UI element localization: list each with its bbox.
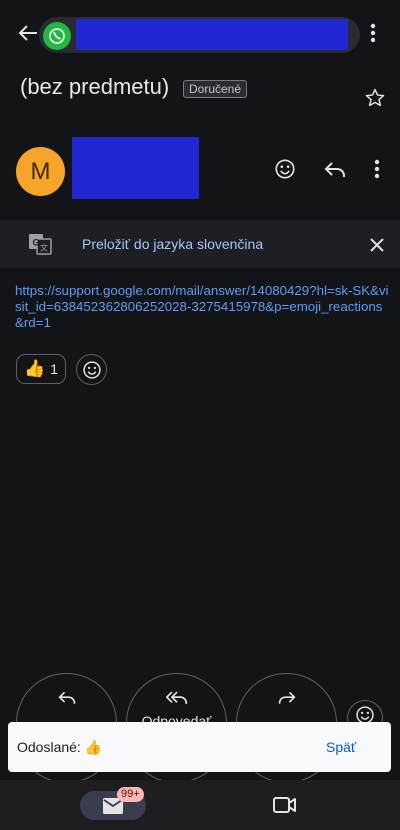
email-subject: (bez predmetu): [20, 74, 170, 99]
videocam-icon[interactable]: [272, 794, 298, 816]
thumbs-up-emoji: 👍: [24, 359, 46, 378]
forward-icon: [237, 690, 336, 706]
redacted-sender-name: [76, 19, 348, 50]
star-icon[interactable]: [361, 84, 389, 112]
reply-all-icon: [127, 690, 226, 706]
reaction-chip[interactable]: 👍 1: [16, 354, 66, 384]
inbox-label-badge[interactable]: Doručené: [183, 80, 248, 98]
translate-link[interactable]: Preložiť do jazyka slovenčina: [82, 236, 263, 252]
add-emoji-reaction-icon[interactable]: [270, 154, 300, 184]
reply-icon[interactable]: [320, 155, 350, 185]
translate-icon: G 文: [27, 232, 53, 256]
more-vert-icon[interactable]: [366, 153, 388, 185]
whatsapp-icon: [43, 22, 71, 50]
snackbar-message: Odoslané: 👍: [17, 739, 103, 755]
sender-avatar[interactable]: M: [16, 147, 65, 196]
more-vert-icon[interactable]: [360, 16, 386, 50]
svg-text:G: G: [32, 238, 39, 248]
reaction-count: 1: [50, 361, 58, 377]
reply-icon: [17, 690, 116, 706]
close-icon[interactable]: [365, 233, 389, 257]
unread-count-badge: 99+: [117, 787, 144, 802]
undo-button[interactable]: Späť: [326, 739, 356, 755]
svg-text:文: 文: [40, 243, 48, 253]
bottom-navigation: [0, 780, 400, 830]
redacted-sender-details: [72, 137, 199, 199]
message-link[interactable]: https://support.google.com/mail/answer/1…: [15, 283, 389, 331]
add-reaction-icon[interactable]: [76, 354, 107, 385]
